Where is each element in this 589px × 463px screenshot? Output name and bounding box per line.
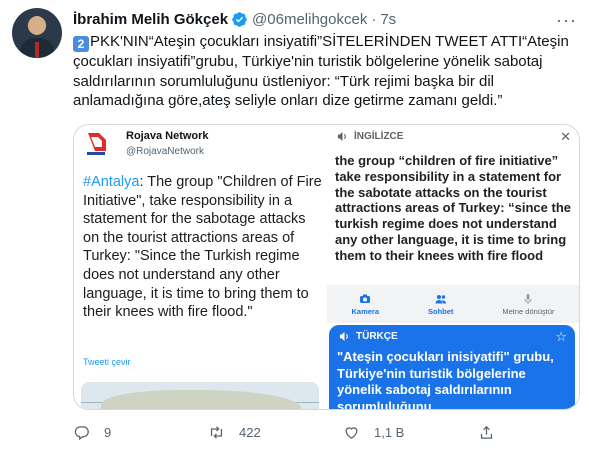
retweet-count: 422: [239, 424, 261, 440]
conversation-tool: Sohbet: [428, 293, 453, 316]
tweet-actions: 9 422 1,1 B: [73, 420, 518, 444]
tweet-body: PKK'NIN“Ateşin çocukları insiyatifi”SİTE…: [73, 33, 569, 109]
camera-tool: Kamera: [351, 293, 379, 316]
retweet-icon: [210, 425, 223, 439]
embedded-text: : The group "Children of Fire Initiative…: [83, 174, 322, 321]
tweet-media[interactable]: Rojava Network @RojavaNetwork #Antalya: …: [73, 124, 580, 410]
embedded-hashtag: #Antalya: [83, 174, 140, 190]
target-language-label: TÜRKÇE: [356, 331, 398, 342]
author-handle[interactable]: @06melihgokcek: [252, 11, 367, 28]
speaker-icon: [337, 131, 346, 142]
people-icon: [435, 294, 446, 303]
keycap-digit-icon: 2: [73, 36, 89, 52]
map-land: [101, 390, 301, 409]
transcribe-tool-label: Metne dönüştür: [502, 306, 555, 316]
source-language-header: İNGİLİZCE: [337, 131, 403, 142]
translator-toolbar: Kamera Sohbet Metne dönüştür: [327, 285, 579, 323]
translator-target-panel: TÜRKÇE ☆ "Ateşin çocukları inisiyatifi" …: [329, 325, 575, 410]
rojava-network-logo-icon: [87, 133, 106, 155]
tweet-text: 2 PKK'NIN“Ateşin çocukları insiyatifi”SİT…: [73, 32, 578, 111]
embedded-map-image: [81, 382, 319, 409]
source-text: the group “children of fire initiative” …: [335, 153, 572, 263]
reply-count: 9: [104, 424, 112, 440]
target-text: "Ateşin çocukları inisiyatifi" grubu, Tü…: [337, 349, 554, 410]
mic-icon: [524, 293, 532, 304]
embedded-account-handle: @RojavaNetwork: [126, 146, 204, 157]
target-language-header: TÜRKÇE: [339, 331, 398, 342]
tweet-timestamp[interactable]: 7s: [380, 11, 396, 28]
media-image-right[interactable]: İNGİLİZCE ✕ the group “children of fire …: [327, 125, 579, 409]
conversation-tool-label: Sohbet: [427, 306, 454, 316]
avatar-face: [29, 16, 45, 35]
header-separator: ·: [371, 11, 377, 28]
speaker-icon: [339, 331, 348, 342]
media-image-left[interactable]: Rojava Network @RojavaNetwork #Antalya: …: [74, 125, 327, 409]
translator-source-panel: İNGİLİZCE ✕ the group “children of fire …: [327, 125, 579, 293]
author-avatar[interactable]: [12, 8, 62, 58]
share-icon: [480, 425, 493, 439]
reply-icon: [74, 425, 89, 440]
share-button[interactable]: [478, 424, 495, 441]
camera-tool-label: Kamera: [351, 306, 380, 316]
avatar-tie: [35, 42, 39, 58]
verified-badge-icon: [232, 12, 247, 27]
close-icon: ✕: [560, 129, 571, 144]
embedded-account-name: Rojava Network: [126, 130, 209, 142]
author-name[interactable]: İbrahim Melih Gökçek: [73, 11, 228, 28]
tweet-header: İbrahim Melih Gökçek @06melihgokcek · 7s: [73, 11, 396, 28]
retweet-button[interactable]: 422: [208, 424, 343, 441]
camera-icon: [360, 294, 371, 303]
embedded-tweet-body: #Antalya: The group "Children of Fire In…: [83, 173, 323, 322]
star-icon: ☆: [555, 329, 567, 344]
more-options-icon[interactable]: ···: [556, 10, 577, 31]
source-language-label: İNGİLİZCE: [354, 131, 404, 142]
like-button[interactable]: 1,1 B: [343, 424, 478, 441]
heart-icon: [345, 426, 358, 439]
like-count: 1,1 B: [374, 424, 405, 440]
reply-button[interactable]: 9: [73, 424, 208, 441]
transcribe-tool: Metne dönüştür: [502, 293, 555, 316]
translate-tweet-link: Tweeti çevir: [83, 357, 131, 367]
